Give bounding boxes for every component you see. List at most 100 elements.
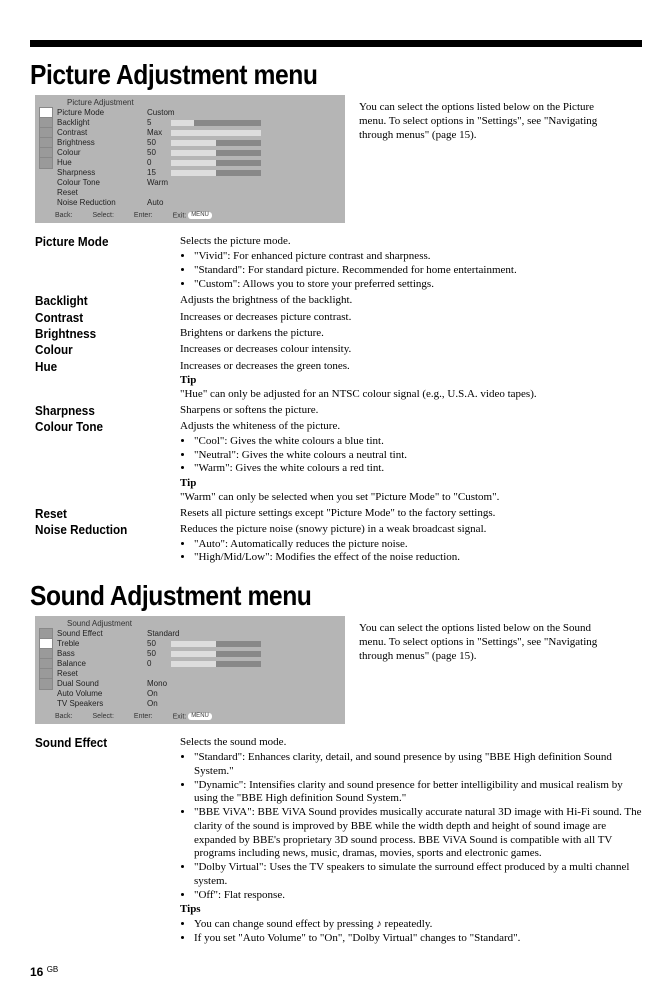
- menu-row: Dual Sound Mono: [35, 679, 345, 689]
- definition-term: Noise Reduction: [35, 523, 166, 537]
- footer-enter: Enter:: [134, 713, 153, 720]
- menu-row: TV Speakers On: [35, 699, 345, 709]
- footer-enter: Enter:: [134, 212, 153, 219]
- sound-heading: Sound Adjustment menu: [30, 580, 569, 612]
- definition-row: Colour Tone Adjusts the whiteness of the…: [35, 418, 642, 505]
- picture-menu-rows: Picture Mode Custom Backlight 5 Contrast…: [35, 108, 345, 208]
- definition-description: Brightens or darkens the picture.: [180, 327, 642, 341]
- definition-row: Contrast Increases or decreases picture …: [35, 309, 642, 325]
- menu-row-value: 50: [147, 148, 297, 158]
- definition-term: Contrast: [35, 311, 166, 325]
- definition-row: Colour Increases or decreases colour int…: [35, 341, 642, 357]
- menu-row: Bass 50: [35, 649, 345, 659]
- definition-term: Reset: [35, 507, 166, 521]
- menu-row-label: Auto Volume: [57, 689, 147, 699]
- sound-menu-screenshot: Sound Adjustment Sound Effect Standard T…: [35, 616, 345, 724]
- menu-row: Hue 0: [35, 158, 345, 168]
- menu-row-label: Colour Tone: [57, 178, 147, 188]
- picture-menu-screenshot: Picture Adjustment Picture Mode Custom B…: [35, 95, 345, 223]
- menu-row: Brightness 50: [35, 138, 345, 148]
- definition-description: Adjusts the whiteness of the picture."Co…: [180, 420, 642, 505]
- footer-select: Select:: [93, 212, 114, 219]
- menu-row-label: Noise Reduction: [57, 198, 147, 208]
- sound-definitions: Sound Effect Selects the sound mode."Sta…: [35, 734, 642, 946]
- definition-term: Backlight: [35, 294, 166, 308]
- sound-intro: You can select the options listed below …: [359, 616, 619, 663]
- menu-row-label: Bass: [57, 649, 147, 659]
- menu-row-value: Auto: [147, 198, 297, 208]
- menu-row: Auto Volume On: [35, 689, 345, 699]
- picture-heading: Picture Adjustment menu: [30, 59, 569, 91]
- definition-description: Increases or decreases colour intensity.: [180, 343, 642, 357]
- definition-row: Brightness Brightens or darkens the pict…: [35, 325, 642, 341]
- definition-row: Sound Effect Selects the sound mode."Sta…: [35, 734, 642, 946]
- definition-term: Picture Mode: [35, 235, 166, 249]
- definition-term: Sharpness: [35, 404, 166, 418]
- menu-row: Sound Effect Standard: [35, 629, 345, 639]
- definition-description: Reduces the picture noise (snowy picture…: [180, 523, 642, 566]
- menu-row-value: 5: [147, 118, 297, 128]
- menu-row-label: Sound Effect: [57, 629, 147, 639]
- menu-row-value: Mono: [147, 679, 297, 689]
- definition-row: Noise Reduction Reduces the picture nois…: [35, 521, 642, 566]
- menu-row-value: On: [147, 689, 297, 699]
- menu-row-value: 50: [147, 649, 297, 659]
- menu-row-value: 0: [147, 659, 297, 669]
- menu-row: Balance 0: [35, 659, 345, 669]
- menu-row-value: Custom: [147, 108, 297, 118]
- definition-description: Increases or decreases the green tones.T…: [180, 360, 642, 402]
- menu-row-label: Brightness: [57, 138, 147, 148]
- menu-row: Sharpness 15: [35, 168, 345, 178]
- definition-term: Colour: [35, 343, 166, 357]
- definition-term: Hue: [35, 360, 166, 374]
- sound-menu-rows: Sound Effect Standard Treble 50 Bass 50 …: [35, 629, 345, 709]
- definition-description: Adjusts the brightness of the backlight.: [180, 294, 642, 308]
- sound-menu-title: Sound Adjustment: [35, 616, 345, 629]
- menu-row-value: 0: [147, 158, 297, 168]
- page-top-rule: [30, 40, 642, 47]
- menu-row-value: On: [147, 699, 297, 709]
- menu-row-value: 15: [147, 168, 297, 178]
- page-number: 16: [30, 965, 43, 979]
- menu-row-label: Treble: [57, 639, 147, 649]
- definition-row: Reset Resets all picture settings except…: [35, 505, 642, 521]
- menu-row: Reset: [35, 669, 345, 679]
- footer-select: Select:: [93, 713, 114, 720]
- menu-row-value: Max: [147, 128, 297, 138]
- menu-row-label: Contrast: [57, 128, 147, 138]
- menu-row: Backlight 5: [35, 118, 345, 128]
- definition-term: Colour Tone: [35, 420, 166, 434]
- definition-row: Picture Mode Selects the picture mode."V…: [35, 233, 642, 292]
- menu-row-label: TV Speakers: [57, 699, 147, 709]
- footer-back: Back:: [55, 212, 73, 219]
- picture-definitions: Picture Mode Selects the picture mode."V…: [35, 233, 642, 566]
- menu-icon: [35, 157, 57, 169]
- menu-row-label: Picture Mode: [57, 108, 147, 118]
- menu-row: Contrast Max: [35, 128, 345, 138]
- menu-icon: [35, 678, 57, 690]
- picture-intro: You can select the options listed below …: [359, 95, 619, 142]
- menu-row-label: Backlight: [57, 118, 147, 128]
- menu-row: Colour 50: [35, 148, 345, 158]
- footer-exit: Exit: MENU: [173, 713, 212, 720]
- menu-row-label: Reset: [57, 188, 147, 198]
- picture-menu-footer: Back: Select: Enter: Exit: MENU: [35, 208, 345, 221]
- definition-term: Sound Effect: [35, 736, 166, 750]
- definition-row: Hue Increases or decreases the green ton…: [35, 358, 642, 402]
- definition-row: Sharpness Sharpens or softens the pictur…: [35, 402, 642, 418]
- menu-row-label: Sharpness: [57, 168, 147, 178]
- menu-row-value: Warm: [147, 178, 297, 188]
- footer-exit: Exit: MENU: [173, 212, 212, 219]
- definition-description: Increases or decreases picture contrast.: [180, 311, 642, 325]
- menu-row-value: 50: [147, 639, 297, 649]
- menu-row-label: Reset: [57, 669, 147, 679]
- menu-row: Picture Mode Custom: [35, 108, 345, 118]
- menu-row-value: Standard: [147, 629, 297, 639]
- menu-row-label: Dual Sound: [57, 679, 147, 689]
- picture-menu-title: Picture Adjustment: [35, 95, 345, 108]
- definition-description: Selects the sound mode."Standard": Enhan…: [180, 736, 642, 946]
- definition-description: Selects the picture mode."Vivid": For en…: [180, 235, 642, 292]
- menu-row: Reset: [35, 188, 345, 198]
- footer-back: Back:: [55, 713, 73, 720]
- menu-row-label: Hue: [57, 158, 147, 168]
